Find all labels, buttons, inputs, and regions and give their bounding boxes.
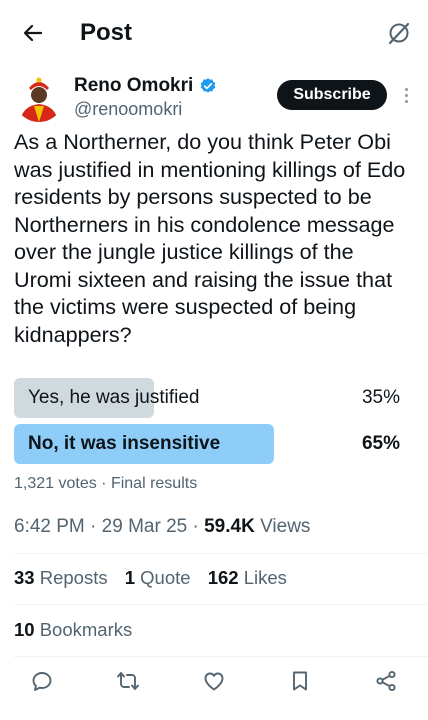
post-date[interactable]: 29 Mar 25 xyxy=(102,516,188,537)
share-icon xyxy=(376,670,396,692)
reply-button[interactable] xyxy=(28,667,56,695)
poll-option: No, it was insensitive 65% xyxy=(14,424,414,464)
arrow-left-icon xyxy=(23,24,43,42)
avatar-image xyxy=(14,72,64,122)
more-dot xyxy=(404,99,408,103)
post-author: Reno Omokri @renoomokri Subscribe xyxy=(0,72,428,124)
back-button[interactable] xyxy=(18,18,48,48)
like-button[interactable] xyxy=(200,667,228,695)
reposts-stat[interactable]: 33 Reposts xyxy=(14,567,108,588)
bookmark-button[interactable] xyxy=(286,667,314,695)
action-bar xyxy=(0,664,428,698)
repost-icon xyxy=(117,672,139,690)
separator: · xyxy=(90,516,102,537)
divider xyxy=(14,656,428,657)
reposts-count: 33 xyxy=(14,567,35,588)
poll-option-label: Yes, he was justified xyxy=(28,387,200,408)
reply-icon xyxy=(32,672,52,691)
divider xyxy=(14,604,428,605)
engagement-stats: 33 Reposts 1 Quote 162 Likes xyxy=(14,566,299,590)
author-name[interactable]: Reno Omokri xyxy=(74,74,193,98)
likes-count: 162 xyxy=(207,567,239,588)
verified-badge-icon xyxy=(201,78,216,93)
grok-button[interactable] xyxy=(384,18,414,48)
poll-option-percent: 65% xyxy=(361,433,400,454)
poll-option: Yes, he was justified 35% xyxy=(14,378,414,418)
post-text: As a Northerner, do you think Peter Obi … xyxy=(14,129,406,347)
grok-icon xyxy=(388,22,410,45)
more-dot xyxy=(404,93,408,97)
post-timestamp: 6:42 PM · 29 Mar 25 · 59.4K Views xyxy=(14,515,310,539)
post-time[interactable]: 6:42 PM xyxy=(14,516,85,537)
poll: Yes, he was justified 35% No, it was ins… xyxy=(14,378,414,494)
quotes-stat[interactable]: 1 Quote xyxy=(125,567,191,588)
more-dot xyxy=(404,87,408,91)
likes-label: Likes xyxy=(243,567,287,588)
author-handle[interactable]: @renoomokri xyxy=(74,98,182,120)
share-button[interactable] xyxy=(372,667,400,695)
quotes-label: Quote xyxy=(140,567,191,588)
page-title: Post xyxy=(80,19,133,46)
likes-stat[interactable]: 162 Likes xyxy=(208,567,287,588)
views-count: 59.4K xyxy=(204,516,255,537)
poll-meta: 1,321 votes · Final results xyxy=(14,475,198,492)
separator: · xyxy=(192,516,205,537)
top-bar: Post xyxy=(0,0,428,66)
views-label: Views xyxy=(260,516,311,537)
subscribe-button[interactable]: Subscribe xyxy=(277,80,387,110)
bookmark-icon xyxy=(293,671,307,691)
divider xyxy=(14,553,428,554)
poll-option-percent: 35% xyxy=(361,387,400,408)
quotes-count: 1 xyxy=(124,567,136,588)
bookmarks-count: 10 xyxy=(14,619,35,640)
like-icon xyxy=(204,672,224,691)
avatar[interactable] xyxy=(14,72,64,122)
poll-option-label: No, it was insensitive xyxy=(28,433,221,454)
repost-button[interactable] xyxy=(114,667,142,695)
bookmarks-stat[interactable]: 10 Bookmarks xyxy=(14,618,132,642)
reposts-label: Reposts xyxy=(39,567,108,588)
bookmarks-label: Bookmarks xyxy=(39,619,133,640)
more-options-button[interactable] xyxy=(398,82,414,108)
